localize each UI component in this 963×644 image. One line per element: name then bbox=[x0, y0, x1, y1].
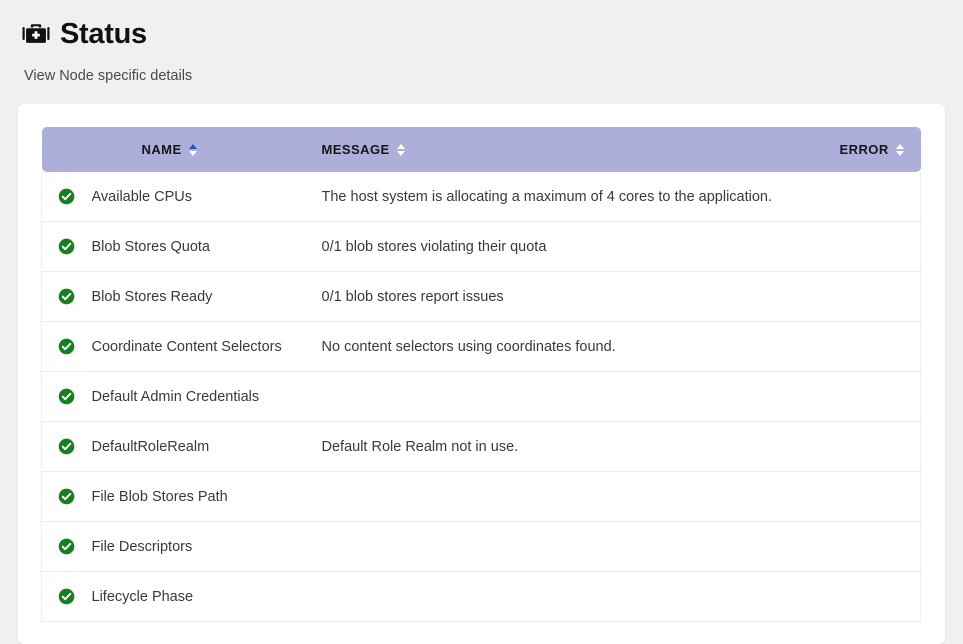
sort-ascending-icon bbox=[189, 144, 198, 156]
table-row[interactable]: Coordinate Content SelectorsNo content s… bbox=[42, 322, 921, 372]
message-cell: Default Role Realm not in use. bbox=[322, 422, 840, 472]
table-header-row: NAME MESSAGE bbox=[42, 127, 921, 172]
status-cell bbox=[42, 422, 92, 472]
name-cell: Available CPUs bbox=[92, 172, 322, 222]
status-cell bbox=[42, 522, 92, 572]
message-cell: 0/1 blob stores report issues bbox=[322, 272, 840, 322]
table-row[interactable]: Blob Stores Ready0/1 blob stores report … bbox=[42, 272, 921, 322]
column-header-message-label: MESSAGE bbox=[322, 142, 390, 157]
sort-name-control[interactable]: NAME bbox=[142, 142, 198, 157]
status-card: NAME MESSAGE bbox=[18, 104, 945, 644]
status-cell bbox=[42, 222, 92, 272]
column-header-error-label: ERROR bbox=[840, 142, 889, 157]
sort-error-control[interactable]: ERROR bbox=[840, 142, 905, 157]
table-header: NAME MESSAGE bbox=[42, 127, 921, 172]
message-cell: The host system is allocating a maximum … bbox=[322, 172, 840, 222]
check-circle-icon bbox=[58, 588, 75, 604]
sort-none-icon bbox=[397, 144, 406, 156]
status-cell bbox=[42, 172, 92, 222]
error-cell bbox=[840, 422, 921, 472]
name-cell: File Descriptors bbox=[92, 522, 322, 572]
column-header-status bbox=[42, 127, 92, 172]
table-row[interactable]: Available CPUsThe host system is allocat… bbox=[42, 172, 921, 222]
name-cell: Blob Stores Quota bbox=[92, 222, 322, 272]
check-circle-icon bbox=[58, 238, 75, 254]
check-circle-icon bbox=[58, 188, 75, 204]
title-row: Status bbox=[22, 14, 963, 54]
error-cell bbox=[840, 572, 921, 622]
check-circle-icon bbox=[58, 388, 75, 404]
table-row[interactable]: Lifecycle Phase bbox=[42, 572, 921, 622]
check-circle-icon bbox=[58, 488, 75, 504]
page-title: Status bbox=[60, 20, 147, 49]
page-header: Status View Node specific details bbox=[0, 0, 963, 84]
page-subtitle: View Node specific details bbox=[24, 69, 963, 84]
status-table: NAME MESSAGE bbox=[41, 127, 921, 622]
check-circle-icon bbox=[58, 438, 75, 454]
message-cell bbox=[322, 522, 840, 572]
table-row[interactable]: File Blob Stores Path bbox=[42, 472, 921, 522]
message-cell bbox=[322, 572, 840, 622]
error-cell bbox=[840, 472, 921, 522]
table-row[interactable]: File Descriptors bbox=[42, 522, 921, 572]
table-row[interactable]: Default Admin Credentials bbox=[42, 372, 921, 422]
message-cell bbox=[322, 372, 840, 422]
column-header-name[interactable]: NAME bbox=[92, 127, 322, 172]
name-cell: Blob Stores Ready bbox=[92, 272, 322, 322]
status-cell bbox=[42, 272, 92, 322]
error-cell bbox=[840, 172, 921, 222]
status-cell bbox=[42, 322, 92, 372]
message-cell: No content selectors using coordinates f… bbox=[322, 322, 840, 372]
error-cell bbox=[840, 372, 921, 422]
error-cell bbox=[840, 322, 921, 372]
error-cell bbox=[840, 272, 921, 322]
error-cell bbox=[840, 522, 921, 572]
name-cell: Default Admin Credentials bbox=[92, 372, 322, 422]
name-cell: Lifecycle Phase bbox=[92, 572, 322, 622]
status-cell bbox=[42, 472, 92, 522]
status-cell bbox=[42, 372, 92, 422]
check-circle-icon bbox=[58, 288, 75, 304]
name-cell: DefaultRoleRealm bbox=[92, 422, 322, 472]
column-header-error[interactable]: ERROR bbox=[840, 127, 921, 172]
status-cell bbox=[42, 572, 92, 622]
message-cell: 0/1 blob stores violating their quota bbox=[322, 222, 840, 272]
check-circle-icon bbox=[58, 538, 75, 554]
error-cell bbox=[840, 222, 921, 272]
sort-none-icon bbox=[896, 144, 905, 156]
table-row[interactable]: Blob Stores Quota0/1 blob stores violati… bbox=[42, 222, 921, 272]
medical-kit-icon bbox=[22, 20, 50, 48]
table-wrapper: NAME MESSAGE bbox=[18, 104, 945, 622]
status-page: Status View Node specific details bbox=[0, 0, 963, 619]
table-body: Available CPUsThe host system is allocat… bbox=[42, 172, 921, 622]
column-header-message[interactable]: MESSAGE bbox=[322, 127, 840, 172]
column-header-name-label: NAME bbox=[142, 142, 182, 157]
check-circle-icon bbox=[58, 338, 75, 354]
name-cell: File Blob Stores Path bbox=[92, 472, 322, 522]
message-cell bbox=[322, 472, 840, 522]
table-row[interactable]: DefaultRoleRealmDefault Role Realm not i… bbox=[42, 422, 921, 472]
sort-message-control[interactable]: MESSAGE bbox=[322, 142, 406, 157]
name-cell: Coordinate Content Selectors bbox=[92, 322, 322, 372]
